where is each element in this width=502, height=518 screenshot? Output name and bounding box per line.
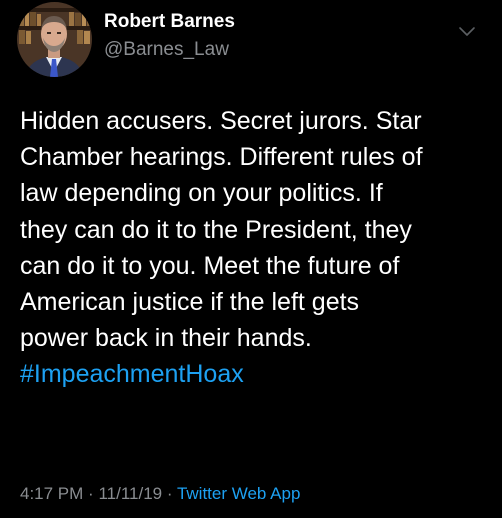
tweet-line: Hidden accusers. Secret jurors. Star — [20, 107, 422, 135]
meta-separator: · — [88, 484, 94, 503]
tweet-line: American justice if the left gets — [20, 288, 360, 317]
tweet-metadata: 4:17 PM · 11/11/19 · Twitter Web App — [20, 484, 300, 504]
author-handle[interactable]: @Barnes_Law — [104, 39, 229, 61]
tweet-card: Robert Barnes @Barnes_Law Hidden accuser… — [0, 0, 502, 518]
meta-separator: · — [166, 484, 173, 503]
tweet-source-link[interactable]: Twitter Web App — [177, 484, 300, 503]
tweet-line: power back in their hands. — [20, 324, 312, 353]
tweet-line: law depending on your politics. If — [20, 179, 383, 208]
tweet-text: Hidden accusers. Secret jurors. Star Cha… — [20, 103, 490, 393]
tweet-date: 11/11/19 — [98, 484, 163, 503]
tweet-line: can do it to you. Meet the future of — [20, 251, 400, 280]
hashtag-link[interactable]: #ImpeachmentHoax — [20, 356, 490, 392]
tweet-line: they can do it to the President, they — [20, 215, 412, 244]
chevron-down-icon[interactable] — [458, 24, 476, 36]
tweet-time: 4:17 PM — [20, 484, 84, 503]
profile-photo — [17, 2, 92, 77]
author-name[interactable]: Robert Barnes — [104, 11, 235, 33]
avatar[interactable] — [17, 2, 92, 77]
tweet-line: Chamber hearings. Different rules of — [20, 143, 423, 172]
